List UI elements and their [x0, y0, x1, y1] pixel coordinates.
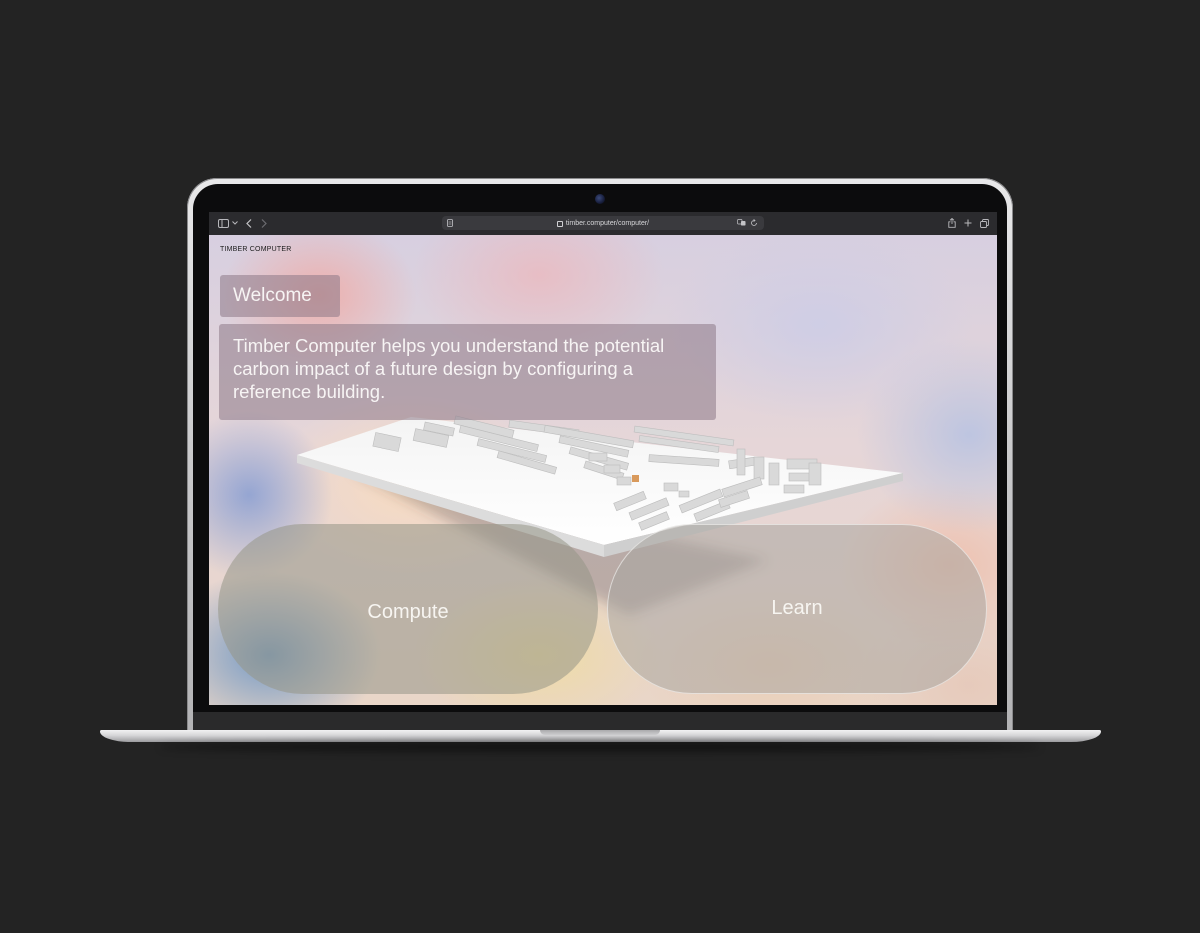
laptop-shadow: [160, 742, 1040, 752]
welcome-panel: Welcome: [220, 275, 340, 317]
plus-icon[interactable]: [963, 217, 973, 229]
browser-toolbar: timber.computer/computer/: [209, 212, 997, 235]
welcome-heading: Welcome: [233, 285, 312, 306]
site-logo[interactable]: TIMBER COMPUTER: [220, 246, 291, 253]
camera-icon: [595, 194, 605, 204]
url-text: timber.computer/computer/: [565, 219, 650, 227]
learn-button-label: Learn: [771, 596, 823, 619]
sidebar-icon[interactable]: [217, 217, 229, 229]
chevron-right-icon[interactable]: [259, 217, 269, 229]
reload-icon[interactable]: [750, 219, 758, 227]
reader-icon[interactable]: [447, 219, 453, 227]
web-page: TIMBER COMPUTER Welcome Timber Computer …: [209, 235, 997, 705]
laptop-notch: [540, 730, 660, 735]
compute-button-label: Compute: [367, 600, 449, 623]
chevron-left-icon[interactable]: [244, 217, 254, 229]
intro-panel: Timber Computer helps you understand the…: [219, 324, 716, 420]
chevron-down-icon[interactable]: [231, 217, 239, 229]
tabs-icon[interactable]: [979, 217, 989, 229]
laptop-chin: [193, 712, 1007, 730]
device-mockup: timber.computer/computer/ TIMBER COMPUTE…: [0, 0, 1200, 933]
share-icon[interactable]: [947, 217, 957, 229]
translate-icon[interactable]: [737, 219, 746, 226]
highlighted-building: [632, 475, 639, 482]
learn-button[interactable]: Learn: [607, 524, 987, 694]
lock-icon: [556, 221, 563, 227]
address-bar[interactable]: timber.computer/computer/: [442, 216, 764, 230]
intro-text: Timber Computer helps you understand the…: [233, 335, 665, 402]
compute-button[interactable]: Compute: [218, 524, 598, 694]
